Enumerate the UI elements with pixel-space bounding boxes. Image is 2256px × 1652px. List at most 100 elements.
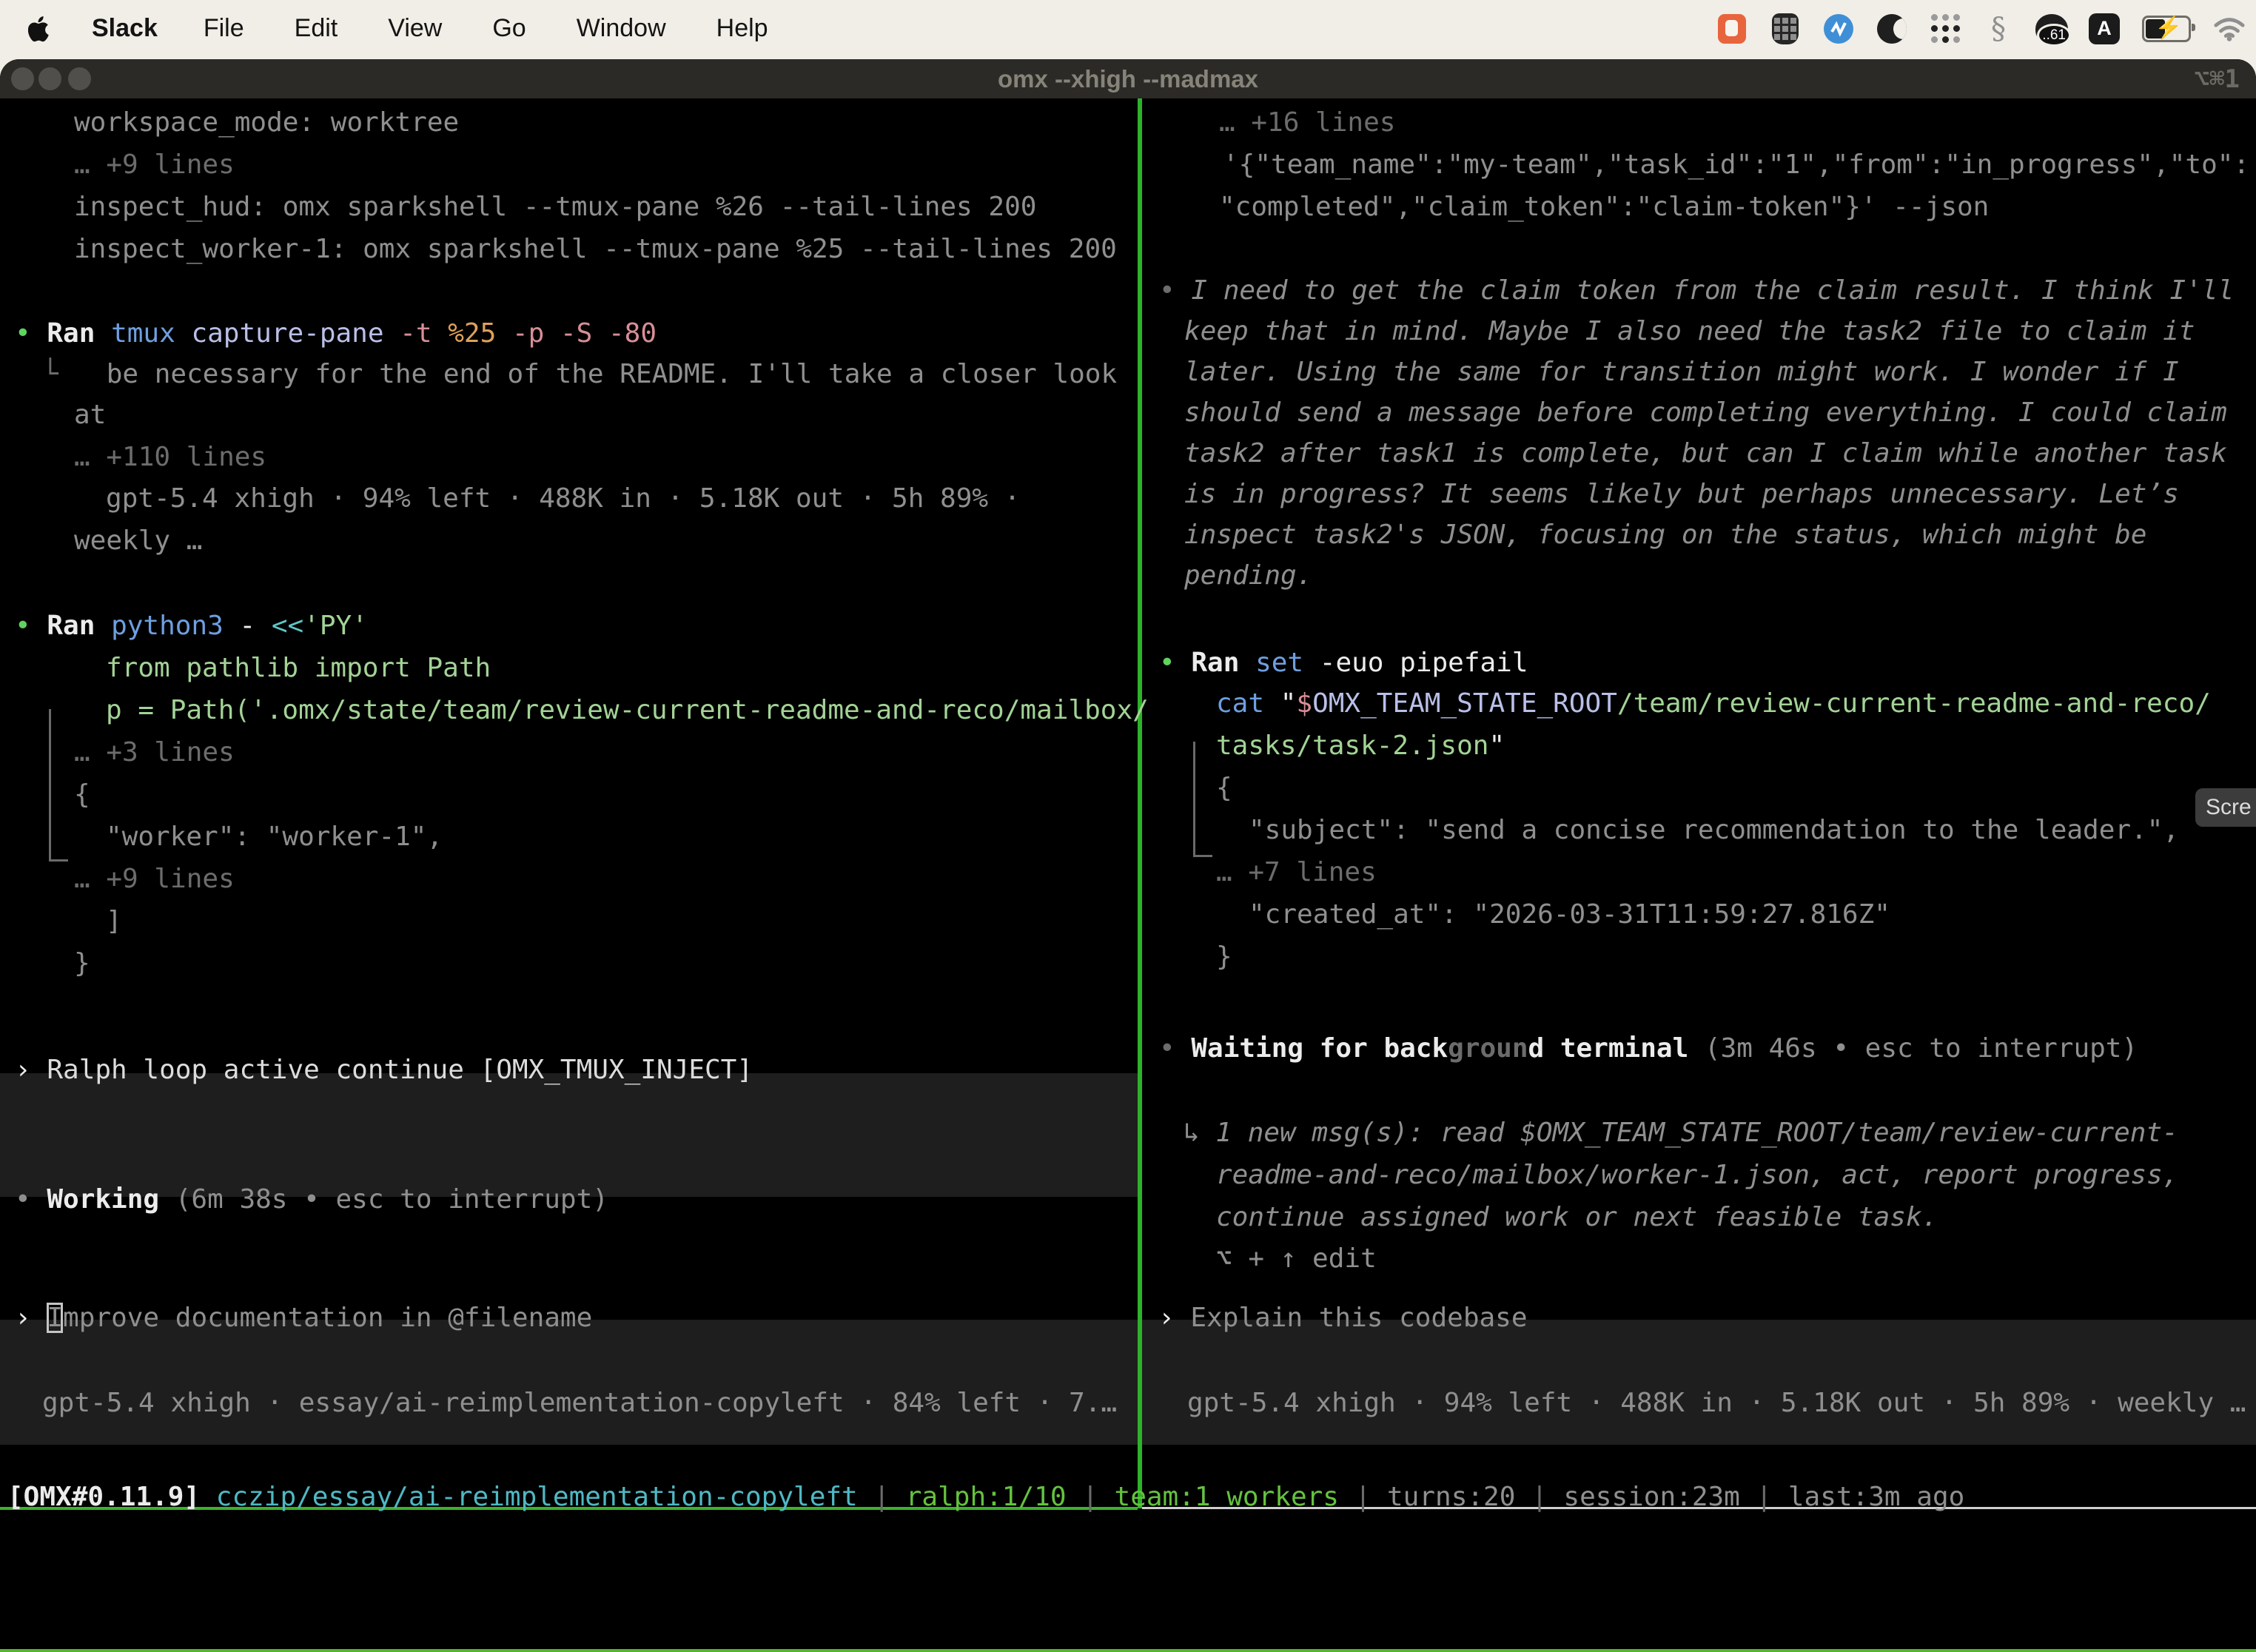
text-segment: workspace_mode: worktree (74, 107, 459, 138)
ralph-loop-status: › Ralph loop active continue [OMX_TMUX_I… (15, 1049, 753, 1091)
text-segment: 1 new msg(s): read $OMX_TEAM_STATE_ROOT/… (1215, 1118, 2178, 1148)
terminal-line: ] (106, 900, 122, 942)
menu-items: Slack File Edit View Go Window Help (71, 14, 793, 43)
text-segment: readme-and-reco/mailbox/worker-1.json, a… (1216, 1160, 2178, 1190)
text-segment: | (1740, 1482, 1788, 1512)
text-segment: -p (512, 318, 560, 349)
prompt-input-right[interactable]: › Explain this codebase (1158, 1297, 1528, 1339)
text-segment: << (272, 611, 303, 641)
terminal-line: cat "$OMX_TEAM_STATE_ROOT/team/review-cu… (1216, 682, 2211, 725)
working-status: • Working (6m 38s • esc to interrupt) (15, 1178, 608, 1220)
window-shortcut-hint: ⌥⌘1 (2195, 59, 2240, 98)
text-segment: -80 (608, 318, 657, 349)
text-segment: inspect task2's JSON, focusing on the st… (1184, 520, 2146, 550)
text-segment: %25 (448, 318, 512, 349)
text-segment: should send a message before completing … (1184, 397, 2227, 428)
text-segment: | (858, 1482, 906, 1512)
text-segment: Ran (47, 611, 111, 641)
menu-item-edit[interactable]: Edit (269, 14, 363, 43)
text-segment: ⌥ + ↑ edit (1216, 1243, 1377, 1274)
menu-item-go[interactable]: Go (467, 14, 551, 43)
text-segment: } (74, 948, 90, 978)
text-segment: p = Path('.omx/state/team/review-current… (106, 695, 1149, 725)
text-segment: "completed","claim_token":"claim-token"}… (1219, 192, 1989, 222)
menu-item-help[interactable]: Help (691, 14, 793, 43)
text-segment: cczip/essay/ai-reimplementation-copyleft (216, 1482, 858, 1512)
squiggle-icon[interactable]: § (1982, 13, 2015, 45)
stats-circle-icon[interactable] (1822, 13, 1855, 45)
text-segment: { (1216, 773, 1232, 803)
text-segment: capture-pane (191, 318, 400, 349)
battery-charging-icon[interactable]: ⚡ (2141, 13, 2192, 45)
tree-line (49, 709, 51, 862)
text-segment: (6m 38s • esc to interrupt) (175, 1184, 608, 1215)
terminal-line: • Ran tmux capture-pane -t %25 -p -S -80 (15, 312, 657, 355)
terminal-line: "created_at": "2026-03-31T11:59:27.816Z" (1249, 893, 1890, 936)
terminal-line: … +3 lines (74, 731, 235, 773)
pane-divider[interactable] (1138, 98, 1142, 1508)
text-segment: | (1515, 1482, 1563, 1512)
text-segment: Waiting for back (1191, 1033, 1448, 1064)
text-segment: • (15, 318, 47, 349)
text-segment: /team/review-current-readme-and-reco/ (1617, 688, 2211, 719)
text-segment: › (15, 1303, 47, 1333)
text-segment: mprove documentation in @filename (63, 1303, 592, 1333)
apple-logo-icon[interactable] (28, 14, 53, 44)
tmux-host-clock: "MacBook-Pro-44.local" 05:03 31-Mar-26 (1622, 1649, 2249, 1652)
text-segment: … +16 lines (1219, 107, 1395, 138)
terminal-line: … +110 lines (74, 436, 266, 478)
text-segment: set (1255, 648, 1320, 678)
moon-circle-icon[interactable] (1876, 13, 1908, 45)
menu-item-slack[interactable]: Slack (71, 14, 178, 43)
text-segment: gpt-5.4 xhigh · 94% left · 488K in · 5.1… (106, 483, 1020, 514)
terminal-line: later. Using the same for transition mig… (1184, 351, 2179, 393)
terminal-line: "subject": "send a concise recommendatio… (1249, 809, 2179, 851)
terminal-line: task2 after task1 is complete, but can I… (1184, 432, 2227, 474)
text-segment: session:23m (1563, 1482, 1739, 1512)
text-segment: "created_at": "2026-03-31T11:59:27.816Z" (1249, 899, 1890, 930)
text-segment: gpt-5.4 xhigh · 94% left · 488K in · 5.1… (1187, 1388, 2246, 1418)
tmux-session-label: [omx-cczip0:bash* (6, 1649, 286, 1652)
terminal-line: { (74, 773, 90, 816)
text-segment: └ (42, 359, 107, 389)
terminal-line: keep that in mind. Maybe I also need the… (1184, 310, 2195, 352)
text-segment: " (1488, 731, 1505, 761)
menu-item-view[interactable]: View (363, 14, 467, 43)
text-segment: last:3m ago (1788, 1482, 1964, 1512)
text-segment: Explain this codebase (1190, 1303, 1527, 1333)
text-segment: tasks/task-2.json (1216, 731, 1488, 761)
text-segment: … +3 lines (74, 737, 235, 768)
letter-a-tile-icon[interactable]: A (2089, 13, 2120, 44)
text-segment: 'PY' (303, 611, 368, 641)
terminal-line: … +16 lines (1219, 101, 1395, 144)
text-segment: | (1339, 1482, 1387, 1512)
terminal-line: workspace_mode: worktree (74, 101, 459, 144)
terminal-line: } (74, 942, 90, 984)
text-segment: Ran (47, 318, 111, 349)
terminal-line: readme-and-reco/mailbox/worker-1.json, a… (1216, 1154, 2178, 1196)
text-segment: | (1067, 1482, 1115, 1512)
edit-hint: ⌥ + ↑ edit (1216, 1238, 1377, 1280)
text-segment: ] (106, 906, 122, 936)
text-segment: is in progress? It seems likely but perh… (1184, 479, 2179, 509)
wifi-icon[interactable] (2213, 13, 2246, 45)
text-segment: - (239, 611, 271, 641)
chat-app-icon[interactable] (1716, 13, 1748, 45)
terminal-line: pending. (1184, 554, 1312, 597)
text-segment: be necessary for the end of the README. … (107, 359, 1117, 389)
menu-item-file[interactable]: File (178, 14, 269, 43)
window-title: omx --xhigh --madmax (0, 59, 2256, 98)
prompt-input-left[interactable]: › Improve documentation in @filename (15, 1297, 592, 1339)
text-segment: continue assigned work or next feasible … (1216, 1202, 1938, 1232)
dots-grid-icon[interactable] (1929, 13, 1961, 45)
terminal-line: from pathlib import Path (106, 647, 491, 689)
text-segment: ↳ (1184, 1118, 1215, 1148)
text-segment: Working (47, 1184, 175, 1215)
text-segment: -S (560, 318, 608, 349)
text-segment: "worker": "worker-1", (106, 822, 443, 852)
shield-grid-icon[interactable] (1769, 13, 1802, 45)
notification-badge-icon[interactable]: ..61 (2035, 13, 2068, 45)
text-segment: { (74, 779, 90, 810)
menu-item-window[interactable]: Window (551, 14, 691, 43)
terminal-line: … +7 lines (1216, 851, 1377, 893)
